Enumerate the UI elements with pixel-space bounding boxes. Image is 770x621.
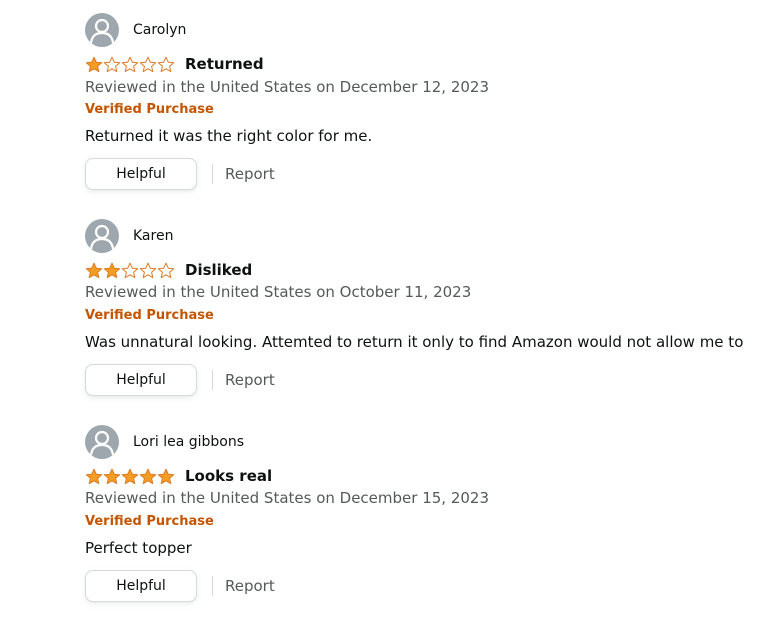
review-title[interactable]: Disliked bbox=[185, 262, 252, 278]
review-title[interactable]: Looks real bbox=[185, 468, 272, 484]
avatar bbox=[85, 219, 119, 253]
star-empty-icon bbox=[121, 56, 139, 72]
user-silhouette-icon bbox=[89, 18, 115, 44]
helpful-button[interactable]: Helpful bbox=[85, 570, 197, 602]
star-filled-icon bbox=[85, 262, 103, 278]
star-filled-icon bbox=[85, 56, 103, 72]
star-rating bbox=[85, 261, 175, 279]
star-filled-icon bbox=[139, 468, 157, 484]
review-date: Reviewed in the United States on October… bbox=[85, 283, 472, 301]
star-filled-icon bbox=[85, 468, 103, 484]
star-filled-icon bbox=[103, 262, 121, 278]
review-date: Reviewed in the United States on Decembe… bbox=[85, 489, 490, 507]
review-text: Returned it was the right color for me. bbox=[85, 127, 373, 145]
review-item: Carolyn Returned Reviewed in the United … bbox=[85, 13, 765, 190]
report-link[interactable]: Report bbox=[225, 166, 275, 182]
star-empty-icon bbox=[103, 56, 121, 72]
star-empty-icon bbox=[139, 56, 157, 72]
verified-purchase-badge: Verified Purchase bbox=[85, 308, 214, 323]
action-divider bbox=[212, 370, 213, 390]
star-empty-icon bbox=[157, 56, 175, 72]
verified-purchase-badge: Verified Purchase bbox=[85, 102, 214, 117]
reviewer-profile[interactable]: Carolyn bbox=[85, 13, 765, 47]
review-title[interactable]: Returned bbox=[185, 56, 264, 72]
review-item: Lori lea gibbons Looks real Reviewed in … bbox=[85, 425, 765, 602]
star-filled-icon bbox=[103, 468, 121, 484]
reviewer-name: Karen bbox=[133, 228, 174, 244]
review-title-row[interactable]: Returned bbox=[85, 54, 264, 74]
star-filled-icon bbox=[157, 468, 175, 484]
report-link[interactable]: Report bbox=[225, 372, 275, 388]
user-silhouette-icon bbox=[89, 224, 115, 250]
review-date: Reviewed in the United States on Decembe… bbox=[85, 78, 490, 96]
report-link[interactable]: Report bbox=[225, 578, 275, 594]
star-rating bbox=[85, 467, 175, 485]
star-empty-icon bbox=[139, 262, 157, 278]
avatar bbox=[85, 425, 119, 459]
reviewer-profile[interactable]: Lori lea gibbons bbox=[85, 425, 765, 459]
review-text: Perfect topper bbox=[85, 539, 192, 557]
star-empty-icon bbox=[121, 262, 139, 278]
user-silhouette-icon bbox=[89, 430, 115, 456]
action-divider bbox=[212, 164, 213, 184]
reviewer-profile[interactable]: Karen bbox=[85, 219, 765, 253]
action-divider bbox=[212, 576, 213, 596]
verified-purchase-badge: Verified Purchase bbox=[85, 514, 214, 529]
star-rating bbox=[85, 55, 175, 73]
helpful-button[interactable]: Helpful bbox=[85, 158, 197, 190]
reviewer-name: Carolyn bbox=[133, 22, 187, 38]
review-actions: Helpful Report bbox=[85, 364, 275, 396]
reviewer-name: Lori lea gibbons bbox=[133, 434, 245, 450]
star-empty-icon bbox=[157, 262, 175, 278]
star-filled-icon bbox=[121, 468, 139, 484]
review-actions: Helpful Report bbox=[85, 570, 275, 602]
review-actions: Helpful Report bbox=[85, 158, 275, 190]
review-title-row[interactable]: Looks real bbox=[85, 466, 272, 486]
review-title-row[interactable]: Disliked bbox=[85, 260, 252, 280]
helpful-button[interactable]: Helpful bbox=[85, 364, 197, 396]
review-item: Karen Disliked Reviewed in the United St… bbox=[85, 219, 765, 396]
avatar bbox=[85, 13, 119, 47]
review-text: Was unnatural looking. Attemted to retur… bbox=[85, 333, 744, 351]
